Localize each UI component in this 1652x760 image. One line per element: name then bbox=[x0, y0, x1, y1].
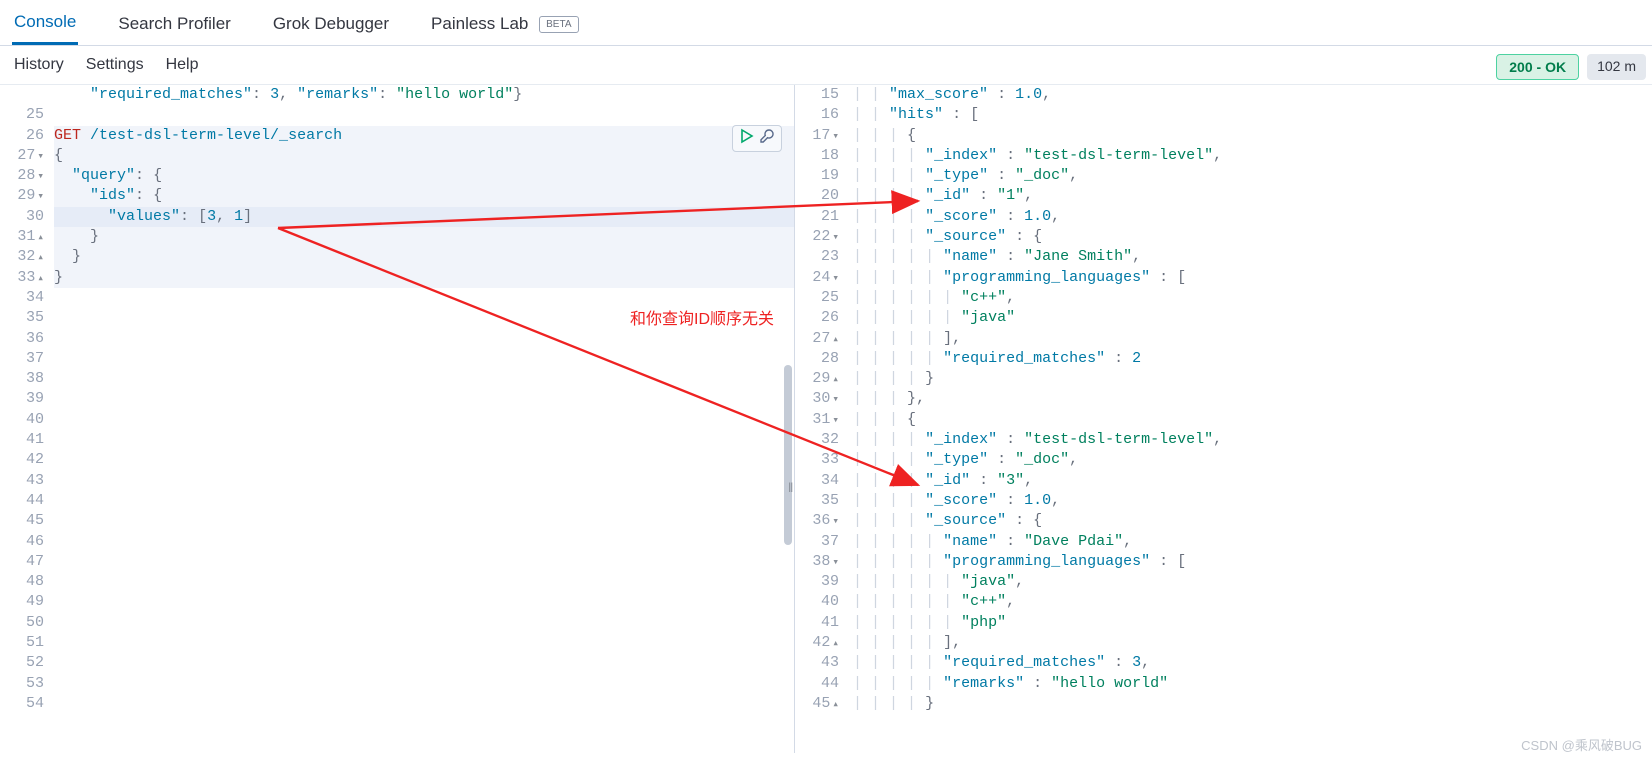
console-subbar: History Settings Help bbox=[0, 46, 1652, 85]
run-button[interactable] bbox=[739, 128, 755, 149]
tab-painless-lab[interactable]: Painless Lab BETA bbox=[429, 10, 580, 44]
pane-resize-handle[interactable]: ‖ bbox=[788, 480, 793, 495]
tab-painless-label: Painless Lab bbox=[431, 14, 528, 33]
link-settings[interactable]: Settings bbox=[86, 56, 144, 74]
beta-badge: BETA bbox=[539, 16, 578, 33]
wrench-icon[interactable] bbox=[759, 128, 775, 149]
link-help[interactable]: Help bbox=[166, 56, 199, 74]
tab-search-profiler[interactable]: Search Profiler bbox=[116, 10, 232, 44]
watermark: CSDN @乘风破BUG bbox=[1521, 735, 1642, 754]
status-timing: 102 m bbox=[1587, 54, 1646, 80]
annotation-text: 和你查询ID顺序无关 bbox=[630, 305, 774, 329]
status-badge: 200 - OK bbox=[1496, 54, 1579, 80]
dev-tools-tabs: Console Search Profiler Grok Debugger Pa… bbox=[0, 0, 1652, 46]
run-request-controls bbox=[732, 125, 782, 152]
response-viewer[interactable]: 151617▾1819202122▾2324▾252627▴2829▴30▾31… bbox=[795, 85, 1652, 753]
tab-console[interactable]: Console bbox=[12, 8, 78, 45]
status-area: 200 - OK 102 m bbox=[1496, 54, 1646, 80]
scrollbar-thumb[interactable] bbox=[784, 365, 792, 545]
link-history[interactable]: History bbox=[14, 56, 64, 74]
tab-grok-debugger[interactable]: Grok Debugger bbox=[271, 10, 391, 44]
request-editor[interactable]: 252627▾28▾29▾3031▴32▴33▴3435363738394041… bbox=[0, 85, 795, 753]
